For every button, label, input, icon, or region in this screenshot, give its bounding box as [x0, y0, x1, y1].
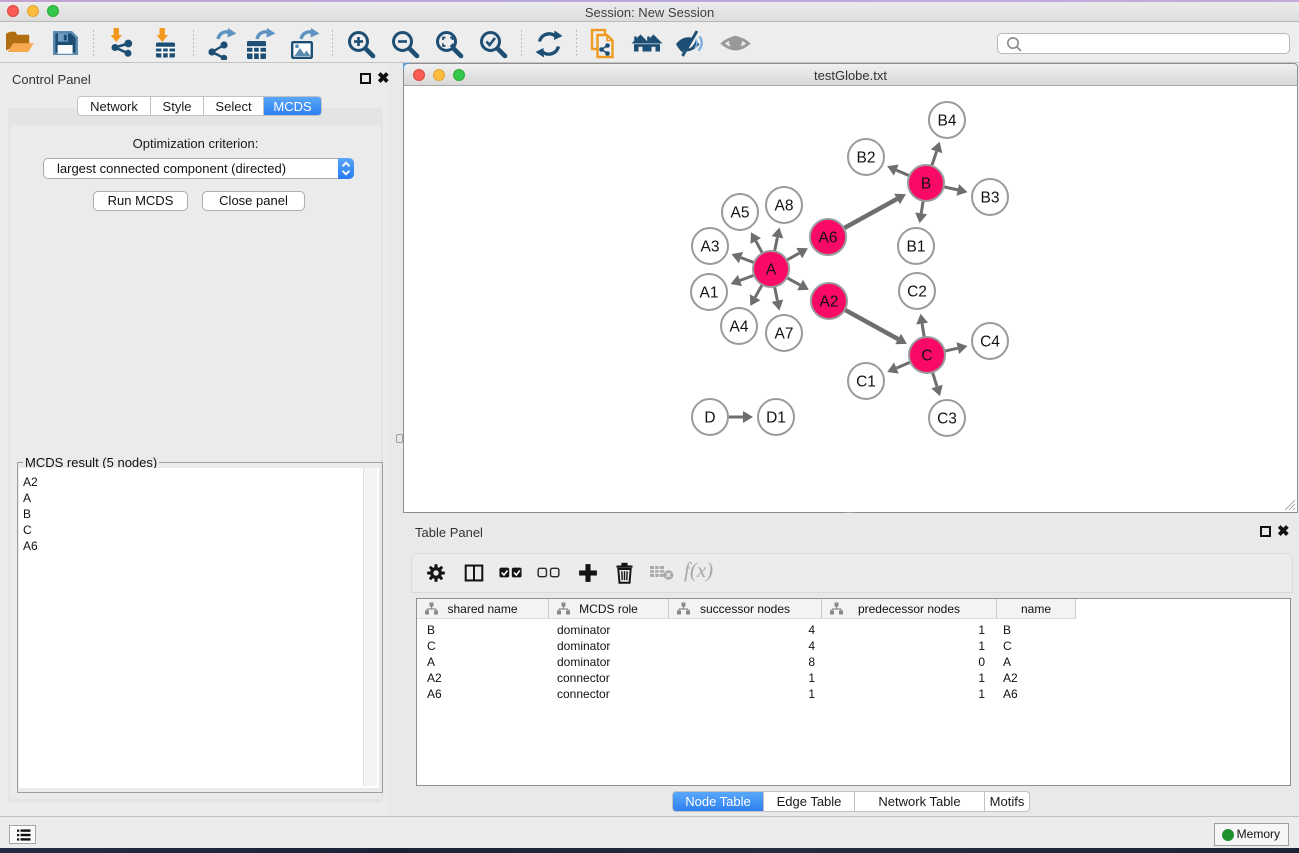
svg-text:A1: A1 — [700, 285, 719, 302]
svg-text:C4: C4 — [980, 334, 1000, 351]
svg-text:C1: C1 — [856, 374, 876, 391]
svg-text:B4: B4 — [938, 113, 957, 130]
svg-text:A6: A6 — [819, 230, 838, 247]
svg-text:A4: A4 — [730, 319, 749, 336]
svg-text:C3: C3 — [937, 411, 957, 428]
svg-text:C: C — [921, 348, 932, 365]
svg-text:A5: A5 — [731, 205, 750, 222]
svg-text:B1: B1 — [907, 239, 926, 256]
svg-text:A7: A7 — [775, 326, 794, 343]
svg-text:D1: D1 — [766, 410, 786, 427]
svg-text:B: B — [921, 176, 931, 193]
svg-text:A: A — [766, 262, 777, 279]
svg-text:A3: A3 — [701, 239, 720, 256]
svg-text:A8: A8 — [775, 198, 794, 215]
svg-text:C2: C2 — [907, 284, 927, 301]
svg-text:A2: A2 — [820, 294, 839, 311]
svg-text:B2: B2 — [857, 150, 876, 167]
svg-text:D: D — [704, 410, 715, 427]
svg-text:B3: B3 — [981, 190, 1000, 207]
